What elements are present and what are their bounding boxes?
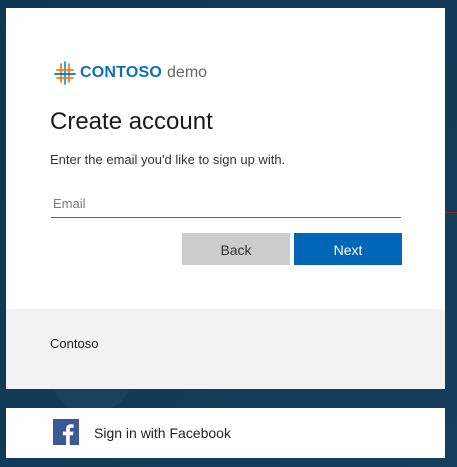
facebook-sign-in-label: Sign in with Facebook [94, 425, 231, 441]
facebook-sign-in-button[interactable]: Sign in with Facebook [6, 408, 445, 458]
next-button[interactable]: Next [294, 233, 402, 265]
page-title: Create account [50, 108, 213, 135]
brand-suffix: demo [167, 64, 208, 81]
email-field-wrapper [51, 191, 405, 218]
footer-brand-text: Contoso [50, 336, 99, 351]
background-accent-line [443, 212, 457, 213]
facebook-icon [53, 419, 79, 445]
email-input[interactable] [51, 191, 405, 215]
logo: CONTOSO demo [53, 61, 207, 85]
page-subtitle: Enter the email you'd like to sign up wi… [50, 152, 286, 167]
back-button[interactable]: Back [182, 233, 290, 265]
brand-name: CONTOSO [80, 64, 163, 81]
card-top-section: CONTOSO demo Create account Enter the ema… [6, 8, 445, 309]
card-footer: Contoso [6, 309, 445, 389]
create-account-card: CONTOSO demo Create account Enter the ema… [6, 8, 445, 389]
contoso-logo-icon [54, 61, 76, 85]
logo-text: CONTOSO demo [80, 62, 207, 84]
